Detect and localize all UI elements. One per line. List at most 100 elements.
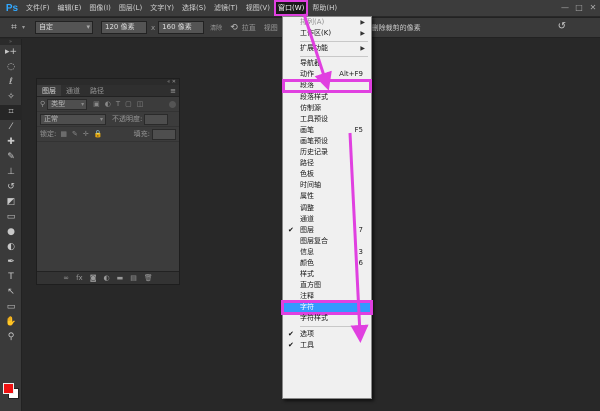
window-menu-item[interactable]: 属性 [283, 191, 371, 202]
menu-item-label: 信息 [300, 247, 314, 256]
swap-dimensions-button[interactable]: x [151, 24, 155, 32]
window-menu-item[interactable]: 色板 [283, 169, 371, 180]
filter-toggle[interactable] [169, 100, 176, 108]
fx-icon[interactable]: fx [76, 272, 83, 284]
type-tool-icon[interactable]: T [0, 270, 22, 285]
menu-3[interactable]: 图层(L) [115, 0, 146, 16]
window-menu-item[interactable]: 段落样式 [283, 92, 371, 103]
window-menu-item[interactable]: ✔ 工具 [283, 340, 371, 351]
lock-position-icon[interactable]: ✛ [83, 130, 89, 138]
menu-2[interactable]: 图像(I) [85, 0, 115, 16]
straighten-label[interactable]: 拉直 [242, 23, 256, 33]
lasso-tool-icon[interactable]: ℓ [0, 75, 22, 90]
straighten-icon[interactable]: ⟲ [230, 23, 238, 33]
window-menu-item[interactable]: 段落 [282, 79, 372, 93]
menu-4[interactable]: 文字(Y) [146, 0, 178, 16]
window-menu-item[interactable]: 动作 Alt+F9 [283, 69, 371, 80]
opacity-field[interactable] [144, 113, 169, 125]
clear-button[interactable]: 清除 [210, 23, 222, 32]
eraser-tool-icon[interactable]: ◩ [0, 195, 22, 210]
marquee-tool-icon[interactable]: ◌ [0, 60, 22, 75]
window-menu-item[interactable]: 扩展功能 ▶ [283, 43, 371, 54]
window-menu-item[interactable]: 字符 [281, 300, 373, 316]
filter-type-icon[interactable]: T [116, 100, 120, 108]
menu-item-label: 仿制源 [300, 103, 321, 112]
menu-0[interactable]: 文件(F) [22, 0, 54, 16]
window-menu-item[interactable]: 工作区(K) ▶ [283, 28, 371, 39]
clone-stamp-tool-icon[interactable]: ⊥ [0, 165, 22, 180]
menu-7[interactable]: 视图(V) [242, 0, 274, 16]
add-mask-icon[interactable]: ◙ [90, 272, 97, 284]
tab-layers[interactable]: 图层 [37, 85, 61, 96]
lock-all-icon[interactable]: 🔒 [94, 130, 103, 138]
new-group-icon[interactable]: ▬ [117, 272, 124, 284]
tab-channels[interactable]: 通道 [61, 85, 85, 96]
crop-icon[interactable]: ⌗ [6, 20, 22, 36]
window-menu-item[interactable]: 字符样式 [283, 313, 371, 324]
move-tool-icon[interactable]: ▸+ [0, 45, 22, 60]
window-menu-item[interactable]: 画笔预设 [283, 136, 371, 147]
eyedropper-tool-icon[interactable]: ⁄ [0, 120, 22, 135]
adjustment-layer-icon[interactable]: ◐ [104, 272, 110, 284]
lock-image-icon[interactable]: ✎ [72, 130, 78, 138]
healing-brush-tool-icon[interactable]: ✚ [0, 135, 22, 150]
height-field[interactable]: 160 像素 [158, 21, 205, 34]
window-menu-item[interactable]: 通道 [283, 214, 371, 225]
lock-transparent-icon[interactable]: ▦ [60, 130, 67, 138]
history-brush-tool-icon[interactable]: ↺ [0, 180, 22, 195]
close-icon[interactable]: ✕ [586, 0, 600, 16]
filter-smart-icon[interactable]: ◫ [137, 100, 144, 108]
window-menu-item[interactable]: 仿制源 [283, 103, 371, 114]
path-selection-tool-icon[interactable]: ↖ [0, 285, 22, 300]
window-menu-item[interactable]: 样式 [283, 269, 371, 280]
new-layer-icon[interactable]: ▤ [130, 272, 137, 284]
foreground-color-swatch[interactable] [3, 383, 14, 394]
quick-select-tool-icon[interactable]: ✧ [0, 90, 22, 105]
window-menu-item[interactable]: 信息 3 [283, 247, 371, 258]
hand-tool-icon[interactable]: ✋ [0, 315, 22, 330]
pen-tool-icon[interactable]: ✒ [0, 255, 22, 270]
window-menu-item[interactable]: 路径 [283, 158, 371, 169]
window-menu-item[interactable]: 颜色 6 [283, 258, 371, 269]
tool-preset-arrow[interactable]: ▾ [22, 24, 25, 31]
menu-5[interactable]: 选择(S) [178, 0, 210, 16]
blend-mode-select[interactable]: 正常 [40, 113, 106, 125]
crop-tool-icon[interactable]: ⌗ [0, 105, 22, 120]
reset-icon[interactable]: ↺ [558, 21, 566, 32]
view-label[interactable]: 视图 [264, 23, 278, 33]
window-menu-item[interactable]: 直方图 [283, 280, 371, 291]
fill-field[interactable] [152, 128, 176, 140]
window-menu-item[interactable]: 图层复合 [283, 236, 371, 247]
filter-adjustment-icon[interactable]: ◐ [105, 100, 111, 108]
panel-menu-icon[interactable]: ≡ [170, 85, 176, 97]
window-menu-item[interactable]: 导航器 [283, 58, 371, 69]
window-menu-item[interactable]: 工具预设 [283, 114, 371, 125]
menu-8[interactable]: 窗口(W) [273, 0, 309, 16]
minimize-icon[interactable]: — [558, 0, 572, 16]
dodge-tool-icon[interactable]: ◐ [0, 240, 22, 255]
shape-tool-icon[interactable]: ▭ [0, 300, 22, 315]
window-menu-item[interactable]: 调整 [283, 203, 371, 214]
ratio-select[interactable]: 自定 [35, 21, 94, 34]
brush-tool-icon[interactable]: ✎ [0, 150, 22, 165]
filter-type-select[interactable]: 类型 [47, 98, 88, 110]
filter-pixel-icon[interactable]: ▣ [93, 100, 100, 108]
blur-tool-icon[interactable]: ● [0, 225, 22, 240]
window-menu-item[interactable]: 时间轴 [283, 180, 371, 191]
trash-icon[interactable]: 🗑 [144, 272, 153, 284]
filter-shape-icon[interactable]: ▢ [125, 100, 132, 108]
maximize-icon[interactable]: □ [572, 0, 586, 16]
window-menu-item[interactable]: ✔ 选项 [283, 329, 371, 340]
window-menu-item[interactable]: 注释 [283, 291, 371, 302]
window-menu-item[interactable]: 历史记录 [283, 147, 371, 158]
menu-1[interactable]: 编辑(E) [54, 0, 86, 16]
menu-6[interactable]: 滤镜(T) [210, 0, 242, 16]
zoom-tool-icon[interactable]: ⚲ [0, 330, 22, 345]
tab-paths[interactable]: 路径 [85, 85, 109, 96]
window-menu-item[interactable]: ✔ 图层 7 [283, 225, 371, 236]
width-field[interactable]: 120 像素 [101, 21, 148, 34]
window-menu-item[interactable]: 画笔 F5 [283, 125, 371, 136]
menu-9[interactable]: 帮助(H) [308, 0, 341, 16]
gradient-tool-icon[interactable]: ▭ [0, 210, 22, 225]
link-layers-icon[interactable]: ∞ [63, 272, 69, 284]
